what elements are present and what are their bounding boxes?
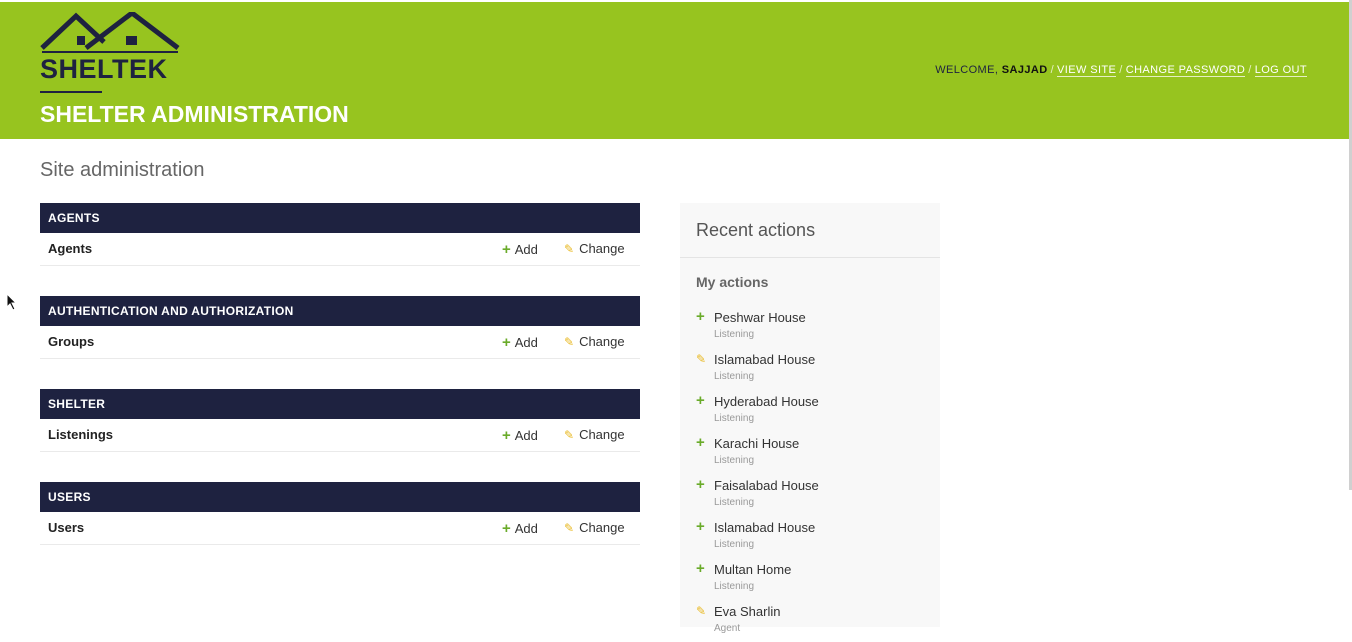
add-groups-button[interactable]: + Add [502,334,538,351]
pencil-icon: ✎ [564,521,575,535]
action-link[interactable]: Islamabad House [714,520,815,535]
action-type: Listening [714,497,755,508]
change-agents-button[interactable]: ✎ Change [564,241,625,256]
module-caption[interactable]: AUTHENTICATION AND AUTHORIZATION [40,296,640,326]
add-listenings-button[interactable]: + Add [502,427,538,444]
module-caption[interactable]: SHELTER [40,389,640,419]
action-type: Listening [714,581,755,592]
module-users: USERS Users + Add ✎ Change [40,482,640,545]
model-row: Users + Add ✎ Change [40,512,640,545]
pencil-icon: ✎ [696,604,707,618]
action-type: Listening [714,413,755,424]
separator: / [1248,64,1252,76]
action-item: + Hyderabad House Listening [696,392,936,432]
action-link[interactable]: Karachi House [714,436,799,451]
module-agents: AGENTS Agents + Add ✎ Change [40,203,640,266]
action-item: ✎ Eva Sharlin Agent [696,602,936,642]
action-link[interactable]: Multan Home [714,562,791,577]
model-link-agents[interactable]: Agents [48,241,92,256]
model-link-listenings[interactable]: Listenings [48,427,113,442]
username: SAJJAD [1001,64,1048,76]
change-password-link[interactable]: CHANGE PASSWORD [1125,64,1246,77]
page-title: Site administration [40,159,205,181]
add-icon: + [696,392,705,409]
brand-wordmark[interactable]: SHELTEK [40,54,168,85]
divider [680,257,940,258]
change-label: Change [579,427,625,442]
add-users-button[interactable]: + Add [502,520,538,537]
action-item: + Multan Home Listening [696,560,936,600]
add-icon: + [696,518,705,535]
action-item: + Karachi House Listening [696,434,936,474]
model-row: Listenings + Add ✎ Change [40,419,640,452]
action-item: ✎ Islamabad House Listening [696,350,936,390]
pencil-icon: ✎ [696,352,707,366]
action-link[interactable]: Eva Sharlin [714,604,780,619]
site-title[interactable]: SHELTER ADMINISTRATION [40,101,349,128]
action-link[interactable]: Faisalabad House [714,478,819,493]
action-type: Agent [714,623,741,634]
add-icon: + [502,520,511,537]
module-authentication: AUTHENTICATION AND AUTHORIZATION Groups … [40,296,640,359]
module-caption[interactable]: USERS [40,482,640,512]
pencil-icon: ✎ [564,428,575,442]
add-icon: + [696,434,705,451]
add-label: Add [514,335,538,350]
action-type: Listening [714,455,755,466]
add-icon: + [502,427,511,444]
change-groups-button[interactable]: ✎ Change [564,334,625,349]
model-link-users[interactable]: Users [48,520,84,535]
logo-divider [40,91,102,93]
add-icon: + [696,308,705,325]
action-type: Listening [714,539,755,550]
action-item: + Peshwar House Listening [696,308,936,348]
recent-actions-title: Recent actions [696,220,816,240]
add-icon: + [696,560,705,577]
add-icon: + [502,241,511,258]
user-tools: WELCOME, SAJJAD / VIEW SITE / CHANGE PASSWOR… [935,64,1307,77]
site-header: SHELTEK SHELTER ADMINISTRATION WELCOME, … [0,2,1350,139]
view-site-link[interactable]: VIEW SITE [1057,64,1117,77]
add-label: Add [514,242,538,257]
model-link-groups[interactable]: Groups [48,334,94,349]
add-agents-button[interactable]: + Add [502,241,538,258]
model-row: Agents + Add ✎ Change [40,233,640,266]
separator: / [1050,64,1055,76]
action-type: Listening [714,329,755,340]
change-label: Change [579,334,625,349]
welcome-label: WELCOME, [935,64,999,76]
pencil-icon: ✎ [564,335,575,349]
change-label: Change [579,520,625,535]
action-link[interactable]: Peshwar House [714,310,806,325]
change-users-button[interactable]: ✎ Change [564,520,625,535]
my-actions-heading: My actions [696,274,769,290]
change-label: Change [579,241,625,256]
change-listenings-button[interactable]: ✎ Change [564,427,625,442]
add-icon: + [502,334,511,351]
add-label: Add [514,428,538,443]
action-link[interactable]: Islamabad House [714,352,815,367]
model-row: Groups + Add ✎ Change [40,326,640,359]
add-icon: + [696,476,705,493]
add-label: Add [514,521,538,536]
pencil-icon: ✎ [564,242,575,256]
mouse-cursor-icon [6,293,18,311]
module-caption[interactable]: AGENTS [40,203,640,233]
action-item: + Faisalabad House Listening [696,476,936,516]
module-shelter: SHELTER Listenings + Add ✎ Change [40,389,640,452]
recent-actions-panel: Recent actions My actions + Peshwar Hous… [680,203,940,634]
separator: / [1119,64,1123,76]
action-link[interactable]: Hyderabad House [714,394,819,409]
action-item: + Islamabad House Listening [696,518,936,558]
log-out-link[interactable]: LOG OUT [1254,64,1307,77]
action-type: Listening [714,371,755,382]
